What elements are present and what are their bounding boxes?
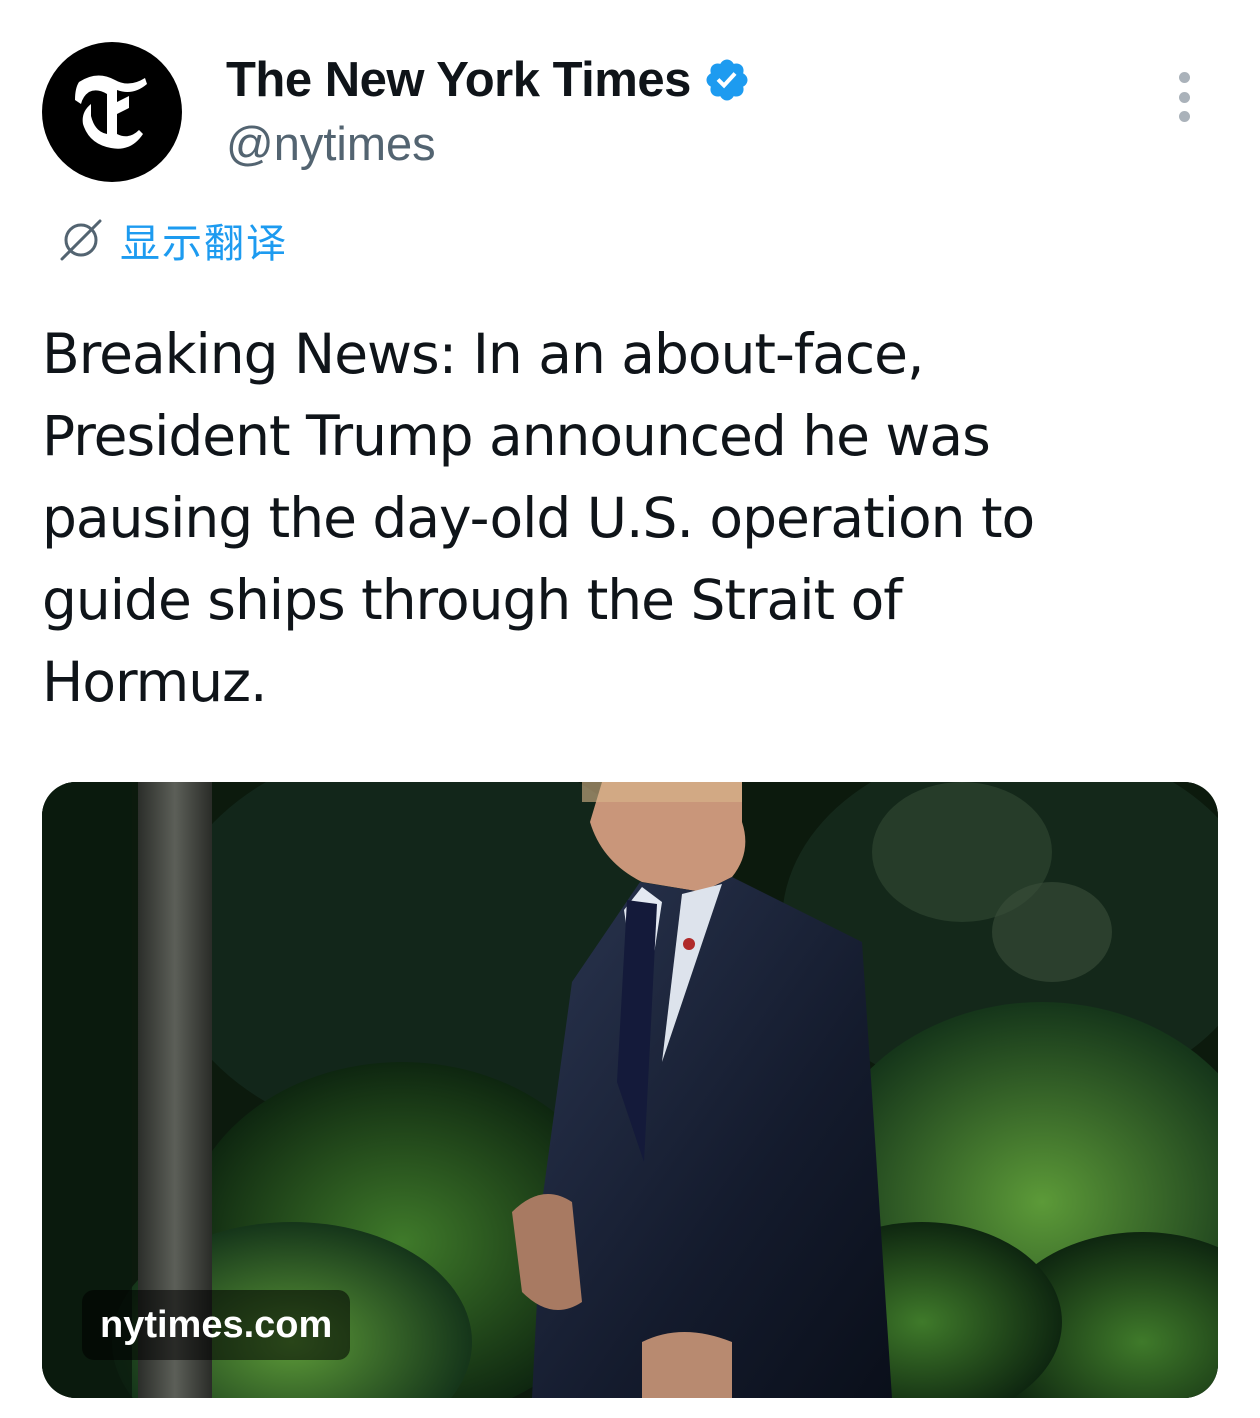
- tweet-header: The New York Times @nytimes: [42, 42, 1218, 182]
- author-handle[interactable]: @nytimes: [226, 116, 751, 171]
- avatar[interactable]: [42, 42, 182, 182]
- display-name[interactable]: The New York Times: [226, 52, 691, 108]
- link-domain-badge: nytimes.com: [82, 1290, 351, 1360]
- more-dot-icon: [1178, 111, 1190, 122]
- name-row: The New York Times: [226, 50, 751, 110]
- author-info: The New York Times @nytimes: [226, 50, 751, 171]
- verified-badge-icon: [706, 59, 748, 101]
- show-translation-button[interactable]: 显示翻译: [56, 212, 288, 268]
- tweet-text: Breaking News: In an about-face, Preside…: [42, 322, 1035, 714]
- more-options-button[interactable]: [1164, 72, 1204, 122]
- show-translation-label: 显示翻译: [120, 221, 288, 267]
- more-dot-icon: [1178, 72, 1190, 83]
- link-card-media[interactable]: nytimes.com: [42, 782, 1218, 1398]
- nyt-t-logo-icon: [75, 75, 147, 149]
- translate-globe-icon: [60, 219, 102, 261]
- more-dot-icon: [1178, 91, 1190, 103]
